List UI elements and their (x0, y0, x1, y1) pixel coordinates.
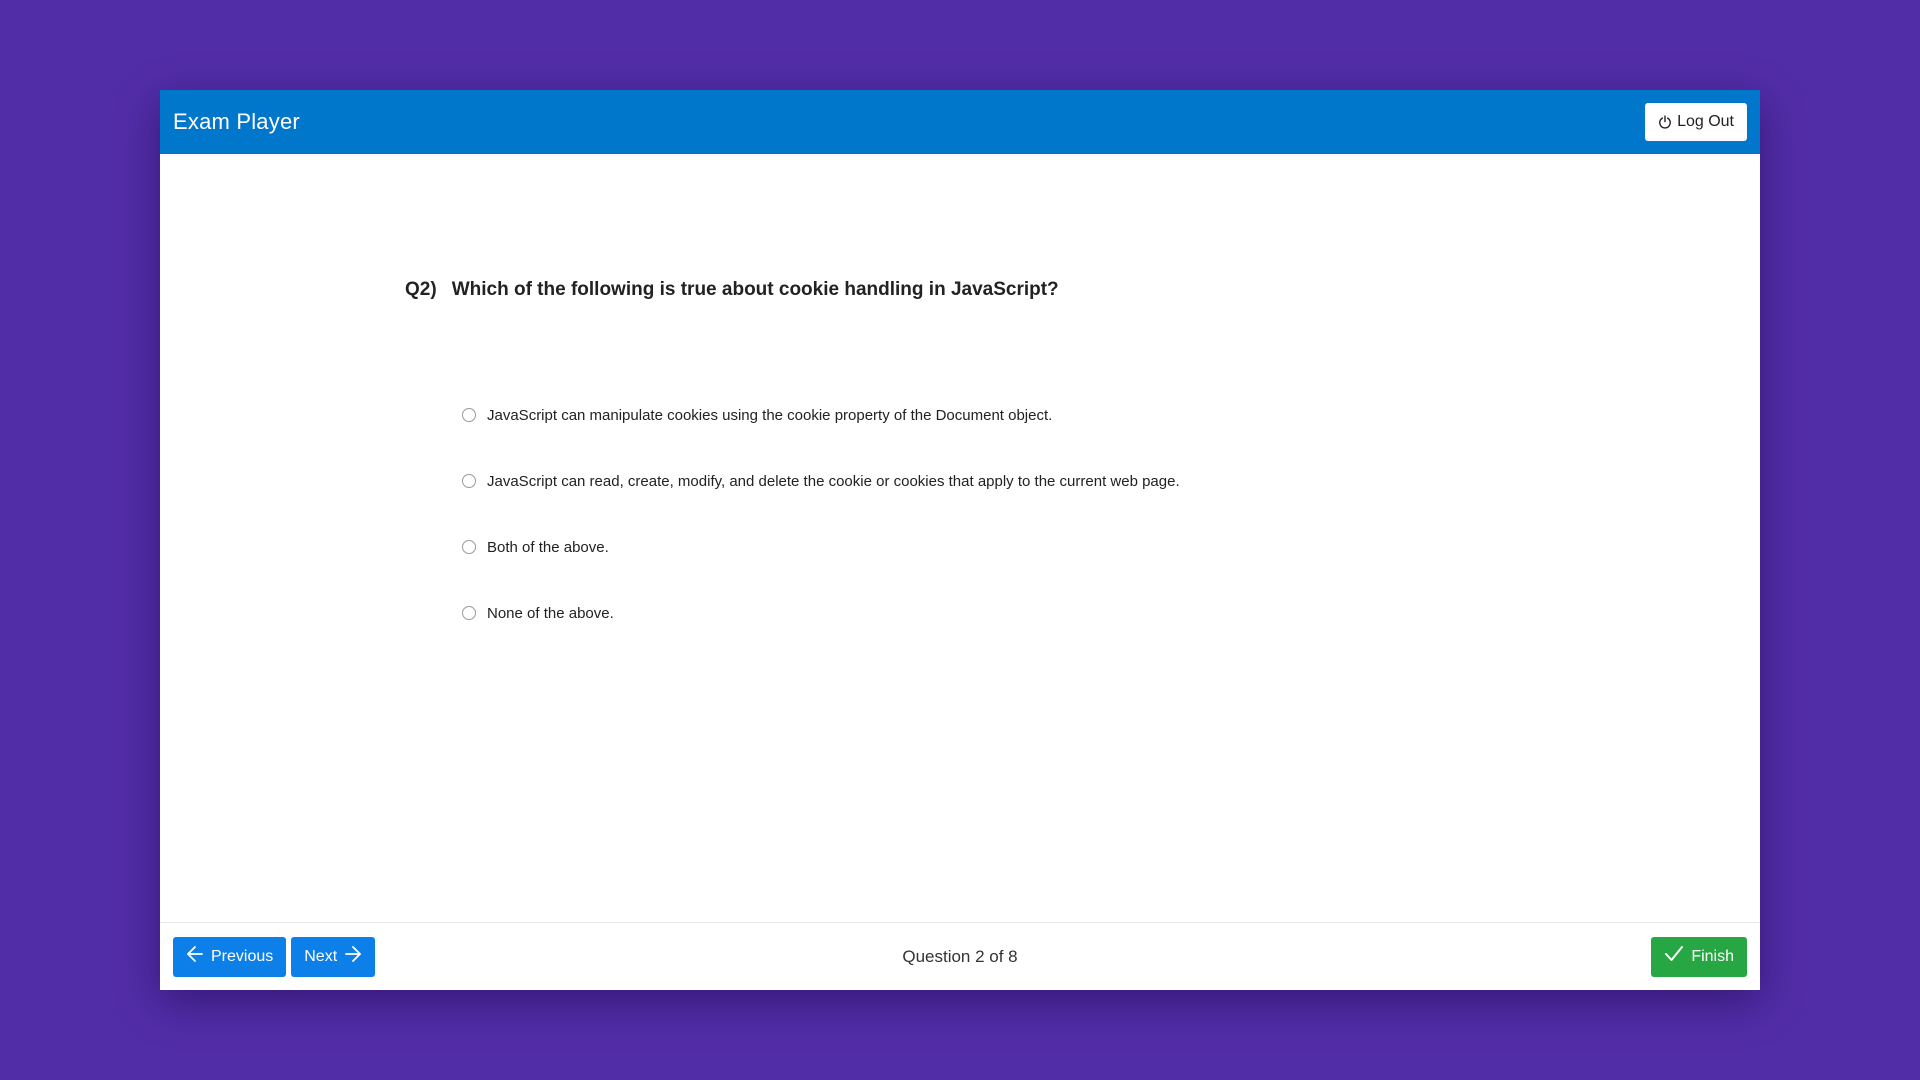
arrow-left-icon (186, 945, 204, 968)
navigation-buttons: Previous Next (173, 936, 376, 977)
radio-button[interactable] (462, 540, 476, 554)
app-title: Exam Player (173, 109, 300, 134)
answer-option[interactable]: Both of the above. (462, 514, 1180, 580)
answer-option-label[interactable]: Both of the above. (487, 539, 609, 556)
answer-options: JavaScript can manipulate cookies using … (462, 382, 1180, 646)
question-heading: Q2) Which of the following is true about… (405, 279, 1059, 301)
radio-button[interactable] (462, 474, 476, 488)
footer-bar: Previous Next Question 2 of 8 Finish (160, 922, 1760, 990)
previous-button[interactable]: Previous (173, 936, 287, 977)
question-counter: Question 2 of 8 (902, 946, 1018, 966)
radio-button[interactable] (462, 606, 476, 620)
next-button[interactable]: Next (291, 936, 376, 977)
question-text: Which of the following is true about coo… (451, 279, 1059, 300)
next-label: Next (304, 947, 338, 965)
exam-window: Exam Player Log Out Q2) Which of the fol… (160, 90, 1760, 990)
header-bar: Exam Player Log Out (160, 90, 1760, 154)
answer-option[interactable]: JavaScript can manipulate cookies using … (462, 382, 1180, 448)
logout-button[interactable]: Log Out (1645, 103, 1747, 141)
answer-option[interactable]: None of the above. (462, 580, 1180, 646)
finish-label: Finish (1691, 947, 1734, 965)
check-icon (1664, 945, 1684, 968)
answer-option-label[interactable]: JavaScript can manipulate cookies using … (487, 407, 1052, 424)
arrow-right-icon (344, 945, 362, 968)
answer-option-label[interactable]: None of the above. (487, 605, 614, 622)
power-icon (1658, 115, 1672, 129)
answer-option-label[interactable]: JavaScript can read, create, modify, and… (487, 473, 1180, 490)
logout-label: Log Out (1677, 113, 1734, 130)
answer-option[interactable]: JavaScript can read, create, modify, and… (462, 448, 1180, 514)
question-number: Q2) (405, 279, 437, 300)
finish-button[interactable]: Finish (1651, 936, 1747, 977)
question-area: Q2) Which of the following is true about… (160, 154, 1760, 922)
radio-button[interactable] (462, 408, 476, 422)
previous-label: Previous (211, 947, 274, 965)
